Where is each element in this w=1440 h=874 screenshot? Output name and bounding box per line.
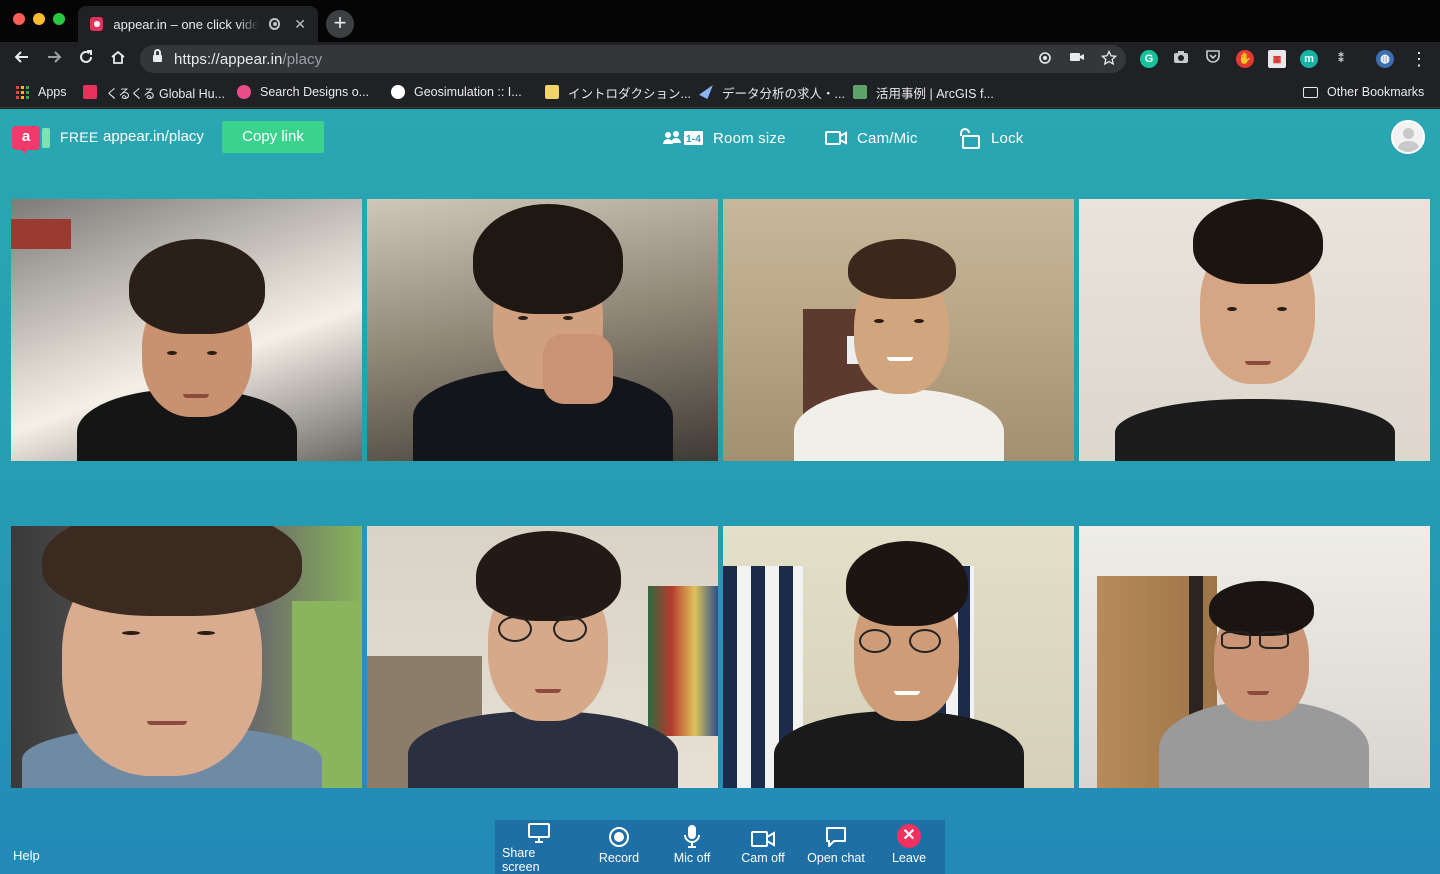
appear-in-favicon-icon (90, 17, 104, 31)
video-tile[interactable] (11, 199, 362, 461)
apps-grid-icon (16, 85, 29, 99)
m-extension-icon[interactable]: m (1300, 50, 1318, 68)
leave-button[interactable]: ✕ Leave (885, 820, 933, 874)
browser-tab[interactable]: appear.in – one click video ✕ (78, 6, 318, 42)
grammarly-extension-icon[interactable]: G (1140, 50, 1158, 68)
record-button[interactable]: Record (593, 820, 645, 874)
bookmark-item[interactable]: イントロダクション... (545, 83, 691, 101)
lock-label: Lock (991, 129, 1024, 147)
browser-toolbar: https://appear.in/placy G ✋ ▦ m ⁑ ◍ ⋮ (0, 42, 1440, 76)
help-link[interactable]: Help (13, 848, 40, 863)
room-top-bar: a FREE appear.in/placy Copy link 1-4 Roo… (0, 109, 1440, 167)
video-tile[interactable] (1079, 199, 1430, 461)
open-chat-button[interactable]: Open chat (804, 820, 868, 874)
puzzle-extension-icon[interactable]: ⁑ (1332, 50, 1350, 68)
bookmark-favicon-icon (83, 85, 97, 99)
bookmark-item[interactable]: データ分析の求人・... (699, 83, 845, 101)
lock-room-button[interactable]: Lock (957, 127, 1024, 149)
back-arrow-icon[interactable] (10, 47, 34, 71)
leave-x-icon: ✕ (897, 824, 921, 848)
unlock-icon (960, 128, 980, 149)
video-tile[interactable] (723, 199, 1074, 461)
video-camera-icon (751, 831, 775, 847)
recording-indicator-icon (268, 18, 281, 30)
share-screen-button[interactable]: Share screen (502, 820, 576, 874)
room-size-badge: 1-4 (686, 134, 701, 145)
call-controls: Share screen Record Mic off Cam off Open… (495, 820, 945, 874)
maximize-window-button[interactable] (53, 13, 65, 25)
bookmark-item[interactable]: Geosimulation :: I... (391, 83, 522, 101)
bookmarks-bar: Apps くるくる Global Hu... Search Designs o.… (0, 76, 1440, 108)
other-bookmarks[interactable]: Other Bookmarks (1303, 83, 1424, 101)
video-tile[interactable] (11, 526, 362, 788)
leave-label: Leave (891, 851, 927, 865)
dribbble-icon (237, 85, 251, 99)
bookmark-item[interactable]: Search Designs o... (237, 83, 369, 101)
location-target-icon[interactable] (1036, 50, 1054, 68)
camera-icon (825, 131, 847, 145)
open-chat-label: Open chat (807, 851, 865, 865)
screenshot-extension-icon[interactable] (1172, 50, 1190, 68)
record-label: Record (598, 851, 640, 865)
adblock-extension-icon[interactable]: ✋ (1236, 50, 1254, 68)
tab-close-icon[interactable]: ✕ (294, 16, 306, 33)
copy-link-button[interactable]: Copy link (222, 121, 324, 153)
room-size-label: Room size (713, 129, 786, 147)
globe-icon (391, 85, 405, 99)
folder-icon (1303, 86, 1318, 98)
url-text: https://appear.in/placy (174, 51, 323, 68)
bookmark-apps[interactable]: Apps (16, 83, 67, 101)
cam-off-button[interactable]: Cam off (737, 820, 789, 874)
bookmark-item[interactable]: くるくる Global Hu... (83, 83, 225, 101)
video-tile[interactable] (723, 526, 1074, 788)
profile-globe-icon[interactable]: ◍ (1376, 50, 1394, 68)
mic-off-button[interactable]: Mic off (666, 820, 718, 874)
room-size-button[interactable]: 1-4 Room size (663, 127, 786, 149)
close-window-button[interactable] (13, 13, 25, 25)
arcgis-favicon-icon (853, 85, 867, 99)
cam-off-label: Cam off (741, 851, 785, 865)
room-url: appear.in/placy (103, 128, 204, 145)
address-bar[interactable]: https://appear.in/placy (140, 45, 1126, 73)
reload-icon[interactable] (74, 47, 98, 71)
cam-mic-label: Cam/Mic (857, 129, 918, 147)
monitor-icon (528, 823, 550, 843)
browser-menu-icon[interactable]: ⋮ (1410, 48, 1428, 70)
home-icon[interactable] (106, 47, 130, 71)
tab-title: appear.in – one click video (113, 16, 259, 32)
browser-tab-strip: appear.in – one click video ✕ + (0, 0, 1440, 42)
appear-in-logo[interactable]: a (12, 124, 50, 154)
calendar-extension-icon[interactable]: ▦ (1268, 50, 1286, 68)
video-tile[interactable] (367, 526, 718, 788)
bookmark-star-icon[interactable] (1100, 49, 1118, 68)
video-room-page: a FREE appear.in/placy Copy link 1-4 Roo… (0, 109, 1440, 874)
minimize-window-button[interactable] (33, 13, 45, 25)
video-tile[interactable] (1079, 526, 1430, 788)
record-icon (609, 827, 629, 847)
paper-plane-icon (699, 85, 713, 99)
user-avatar[interactable] (1391, 120, 1425, 154)
people-icon: 1-4 (663, 131, 703, 145)
video-tile[interactable] (367, 199, 718, 461)
chat-bubble-icon (826, 827, 846, 847)
document-favicon-icon (545, 85, 559, 99)
forward-arrow-icon[interactable] (42, 47, 66, 71)
mic-off-label: Mic off (673, 851, 711, 865)
new-tab-button[interactable]: + (326, 10, 354, 38)
pocket-extension-icon[interactable] (1204, 50, 1222, 68)
plan-label: FREE (60, 129, 99, 145)
share-screen-label: Share screen (502, 846, 540, 874)
cam-mic-button[interactable]: Cam/Mic (825, 127, 918, 149)
camera-in-use-icon[interactable] (1068, 50, 1086, 68)
lock-icon (153, 49, 162, 63)
microphone-icon (684, 825, 700, 848)
bookmark-item[interactable]: 活用事例 | ArcGIS f... (853, 83, 994, 101)
